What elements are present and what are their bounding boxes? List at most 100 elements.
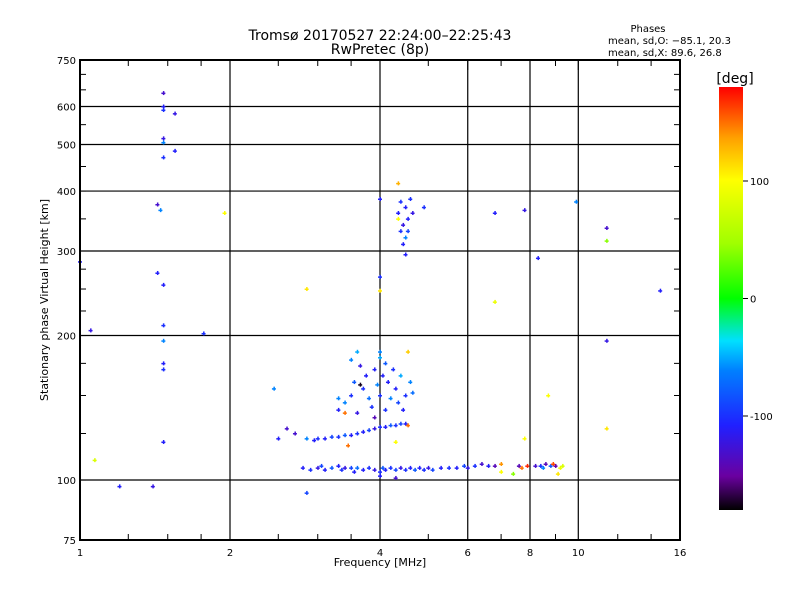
data-point-v [407,216,409,221]
data-point-v [606,426,608,431]
data-point-v [331,434,333,439]
data-point-v [203,331,205,336]
data-point [355,410,360,415]
data-point [492,299,497,304]
data-point-v [368,396,370,401]
data-point-v [557,471,559,476]
data-point-v [350,465,353,470]
data-point-v [404,467,407,472]
data-point [349,465,354,470]
y-tick-label: 100 [57,476,76,487]
data-point-v [356,410,359,415]
data-point [336,434,341,439]
data-point-v [159,208,162,213]
data-point-v [306,436,308,441]
data-point [342,410,347,415]
data-point [385,380,390,385]
data-point [352,380,357,385]
data-point-v [379,473,381,478]
data-point-v [162,338,165,343]
data-point-v [344,400,346,405]
data-point-v [162,140,165,145]
data-point [405,216,410,221]
data-point [150,484,155,489]
data-point [408,197,413,202]
data-point-v [384,467,387,472]
data-point [401,407,406,412]
data-point [551,461,556,466]
data-point-v [540,463,542,468]
data-point-v [407,229,409,234]
data-point [438,465,443,470]
data-point [499,469,504,474]
data-point [388,423,393,428]
data-point [375,382,380,387]
data-point-v [174,111,176,116]
data-point [604,238,609,243]
data-point-v [152,484,154,489]
data-point [465,465,470,470]
data-point-v [162,367,165,372]
data-point-v [174,148,176,153]
data-point-v [474,463,476,468]
data-point [479,461,484,466]
data-point [161,367,166,372]
data-point-v [337,434,340,439]
data-point [292,431,297,436]
x-tick-label: 2 [227,548,233,559]
data-point-v [162,136,165,141]
data-point [161,108,166,113]
data-point [525,463,530,468]
data-point [378,393,382,398]
data-point [161,440,166,445]
data-point [369,404,374,409]
x-axis-label: Frequency [MHz] [334,556,426,569]
data-point-v [320,463,323,468]
data-point [222,211,227,216]
x-tick-label: 10 [572,548,585,559]
data-point-v [306,287,308,292]
data-point [308,467,313,472]
data-point-v [463,463,466,468]
data-point-v [404,252,407,257]
data-point [604,426,609,431]
y-tick-label: 500 [57,141,76,152]
data-point [410,211,415,216]
data-point [393,440,398,445]
data-point-v [397,216,400,221]
colorbar-label: [deg] [716,71,753,87]
data-point [543,461,548,466]
y-tick-label: 200 [57,332,76,343]
data-point [396,400,401,405]
data-point [366,428,371,433]
data-point-v [494,463,496,468]
data-point [378,355,382,360]
data-point-v [575,199,578,204]
data-point-v [344,465,346,470]
data-point-v [118,484,121,489]
data-point-v [337,407,340,412]
data-point [499,461,504,466]
data-point [355,465,360,470]
data-point-v [341,467,343,472]
data-point-v [448,465,450,470]
data-point [388,396,393,401]
data-point [201,331,206,336]
data-point-v [162,104,165,109]
data-point [396,211,401,216]
data-point-v [395,467,397,472]
data-point [161,140,166,145]
data-point-v [400,421,402,426]
data-point-v [379,288,381,293]
data-point-v [365,373,368,378]
data-point-v [337,463,340,468]
data-point [349,393,354,398]
data-point-v [374,367,376,372]
data-point [393,386,398,391]
data-point [403,252,408,257]
data-point [403,205,408,210]
data-point-v [317,465,319,470]
data-point [403,393,408,398]
data-point [472,463,477,468]
data-point [315,436,320,441]
